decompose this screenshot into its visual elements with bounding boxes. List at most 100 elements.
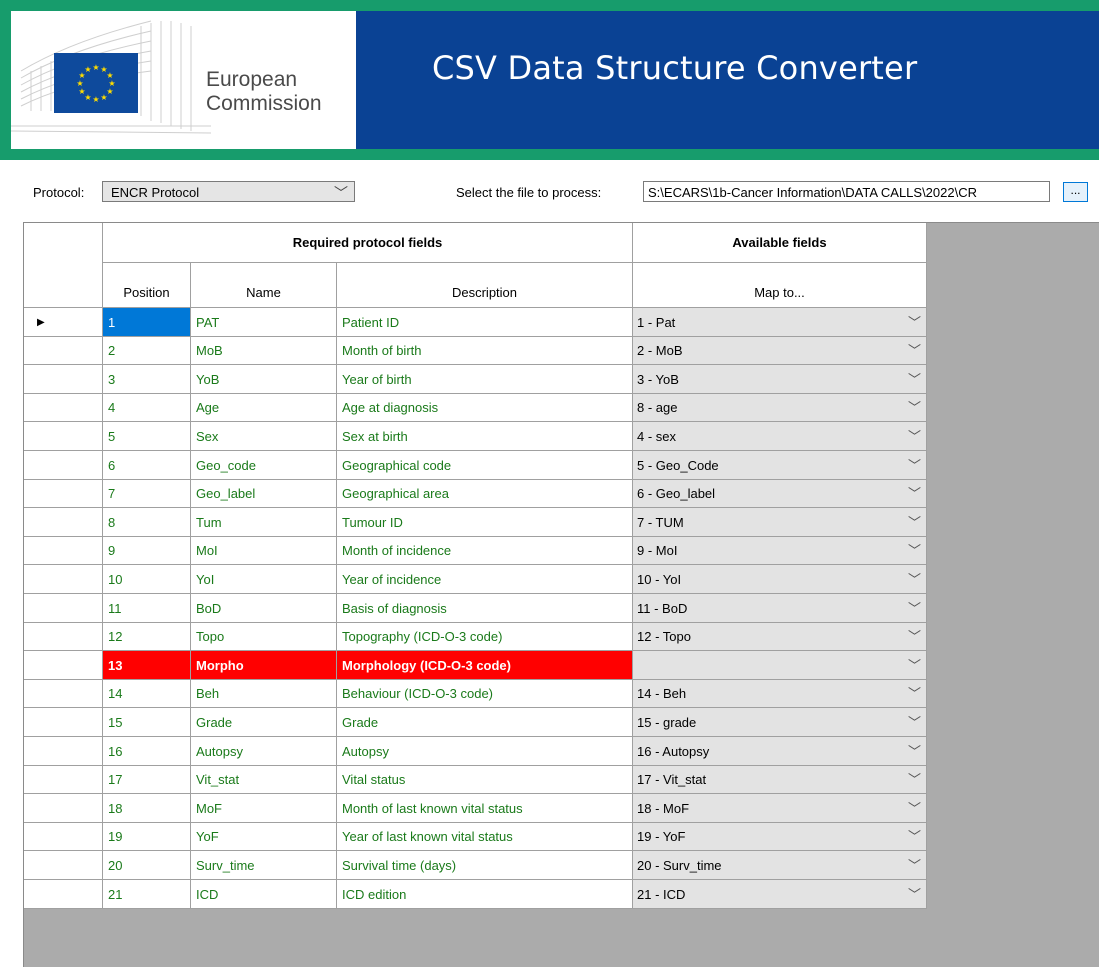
row-header[interactable] — [24, 823, 103, 851]
cell-position[interactable]: 2 — [103, 337, 191, 365]
row-header[interactable] — [24, 766, 103, 794]
row-header[interactable] — [24, 480, 103, 508]
mapping-grid[interactable]: Required protocol fields Available field… — [23, 222, 1099, 967]
cell-name[interactable]: PAT — [191, 308, 337, 337]
cell-description[interactable]: Age at diagnosis — [337, 394, 633, 422]
file-path-input[interactable]: S:\ECARS\1b-Cancer Information\DATA CALL… — [643, 181, 1050, 202]
cell-name[interactable]: Morpho — [191, 651, 337, 680]
cell-description[interactable]: Month of incidence — [337, 537, 633, 565]
cell-name[interactable]: Surv_time — [191, 851, 337, 880]
cell-name[interactable]: Vit_stat — [191, 766, 337, 794]
map-select[interactable]: 3 - YoB ﹀ — [633, 365, 927, 394]
row-header[interactable] — [24, 737, 103, 766]
cell-position[interactable]: 16 — [103, 737, 191, 766]
cell-position[interactable]: 13 — [103, 651, 191, 680]
cell-name[interactable]: Beh — [191, 680, 337, 708]
map-select[interactable]: ﹀ — [633, 651, 927, 680]
row-header[interactable] — [24, 422, 103, 451]
map-select[interactable]: 7 - TUM ﹀ — [633, 508, 927, 537]
cell-name[interactable]: BoD — [191, 594, 337, 623]
row-header[interactable] — [24, 623, 103, 651]
map-select[interactable]: 18 - MoF ﹀ — [633, 794, 927, 823]
map-select[interactable]: 6 - Geo_label ﹀ — [633, 480, 927, 508]
col-header-description[interactable]: Description — [337, 263, 633, 308]
browse-button[interactable]: ... — [1063, 182, 1088, 202]
row-header[interactable] — [24, 565, 103, 594]
cell-name[interactable]: Autopsy — [191, 737, 337, 766]
cell-name[interactable]: Topo — [191, 623, 337, 651]
cell-position[interactable]: 21 — [103, 880, 191, 909]
row-header[interactable] — [24, 880, 103, 909]
cell-name[interactable]: Geo_code — [191, 451, 337, 480]
row-header[interactable] — [24, 537, 103, 565]
row-header[interactable] — [24, 337, 103, 365]
cell-name[interactable]: Tum — [191, 508, 337, 537]
cell-name[interactable]: YoI — [191, 565, 337, 594]
map-select[interactable]: 8 - age ﹀ — [633, 394, 927, 422]
cell-description[interactable]: Vital status — [337, 766, 633, 794]
cell-name[interactable]: YoB — [191, 365, 337, 394]
map-select[interactable]: 21 - ICD ﹀ — [633, 880, 927, 909]
cell-name[interactable]: YoF — [191, 823, 337, 851]
cell-description[interactable]: ICD edition — [337, 880, 633, 909]
cell-description[interactable]: Month of birth — [337, 337, 633, 365]
map-select[interactable]: 15 - grade ﹀ — [633, 708, 927, 737]
cell-name[interactable]: MoB — [191, 337, 337, 365]
row-header[interactable] — [24, 594, 103, 623]
cell-position[interactable]: 11 — [103, 594, 191, 623]
cell-position[interactable]: 4 — [103, 394, 191, 422]
cell-description[interactable]: Morphology (ICD-O-3 code) — [337, 651, 633, 680]
cell-description[interactable]: Geographical code — [337, 451, 633, 480]
cell-description[interactable]: Behaviour (ICD-O-3 code) — [337, 680, 633, 708]
cell-position[interactable]: 5 — [103, 422, 191, 451]
cell-name[interactable]: Sex — [191, 422, 337, 451]
cell-position[interactable]: 20 — [103, 851, 191, 880]
cell-position[interactable]: 18 — [103, 794, 191, 823]
map-select[interactable]: 11 - BoD ﹀ — [633, 594, 927, 623]
cell-description[interactable]: Month of last known vital status — [337, 794, 633, 823]
map-select[interactable]: 2 - MoB ﹀ — [633, 337, 927, 365]
cell-position[interactable]: 10 — [103, 565, 191, 594]
cell-position[interactable]: 15 — [103, 708, 191, 737]
cell-position[interactable]: 6 — [103, 451, 191, 480]
protocol-select[interactable]: ENCR Protocol ﹀ — [102, 181, 355, 202]
cell-name[interactable]: Grade — [191, 708, 337, 737]
cell-description[interactable]: Autopsy — [337, 737, 633, 766]
map-select[interactable]: 1 - Pat ﹀ — [633, 308, 927, 337]
col-header-name[interactable]: Name — [191, 263, 337, 308]
cell-description[interactable]: Basis of diagnosis — [337, 594, 633, 623]
cell-position[interactable]: 12 — [103, 623, 191, 651]
row-header[interactable] — [24, 851, 103, 880]
cell-name[interactable]: MoF — [191, 794, 337, 823]
cell-description[interactable]: Tumour ID — [337, 508, 633, 537]
row-header[interactable]: ▶ — [24, 308, 103, 337]
map-select[interactable]: 19 - YoF ﹀ — [633, 823, 927, 851]
cell-position[interactable]: 8 — [103, 508, 191, 537]
cell-position[interactable]: 17 — [103, 766, 191, 794]
cell-position[interactable]: 1 — [103, 308, 191, 337]
cell-description[interactable]: Year of incidence — [337, 565, 633, 594]
row-header[interactable] — [24, 365, 103, 394]
row-header[interactable] — [24, 394, 103, 422]
row-header[interactable] — [24, 794, 103, 823]
col-header-map[interactable]: Map to... — [633, 263, 927, 308]
cell-position[interactable]: 3 — [103, 365, 191, 394]
row-header[interactable] — [24, 451, 103, 480]
cell-description[interactable]: Year of birth — [337, 365, 633, 394]
map-select[interactable]: 14 - Beh ﹀ — [633, 680, 927, 708]
cell-position[interactable]: 7 — [103, 480, 191, 508]
row-header[interactable] — [24, 508, 103, 537]
map-select[interactable]: 10 - YoI ﹀ — [633, 565, 927, 594]
map-select[interactable]: 17 - Vit_stat ﹀ — [633, 766, 927, 794]
cell-description[interactable]: Topography (ICD-O-3 code) — [337, 623, 633, 651]
cell-name[interactable]: ICD — [191, 880, 337, 909]
map-select[interactable]: 20 - Surv_time ﹀ — [633, 851, 927, 880]
cell-description[interactable]: Geographical area — [337, 480, 633, 508]
row-header[interactable] — [24, 651, 103, 680]
row-header[interactable] — [24, 708, 103, 737]
map-select[interactable]: 9 - MoI ﹀ — [633, 537, 927, 565]
map-select[interactable]: 12 - Topo ﹀ — [633, 623, 927, 651]
cell-description[interactable]: Patient ID — [337, 308, 633, 337]
cell-description[interactable]: Survival time (days) — [337, 851, 633, 880]
cell-description[interactable]: Year of last known vital status — [337, 823, 633, 851]
